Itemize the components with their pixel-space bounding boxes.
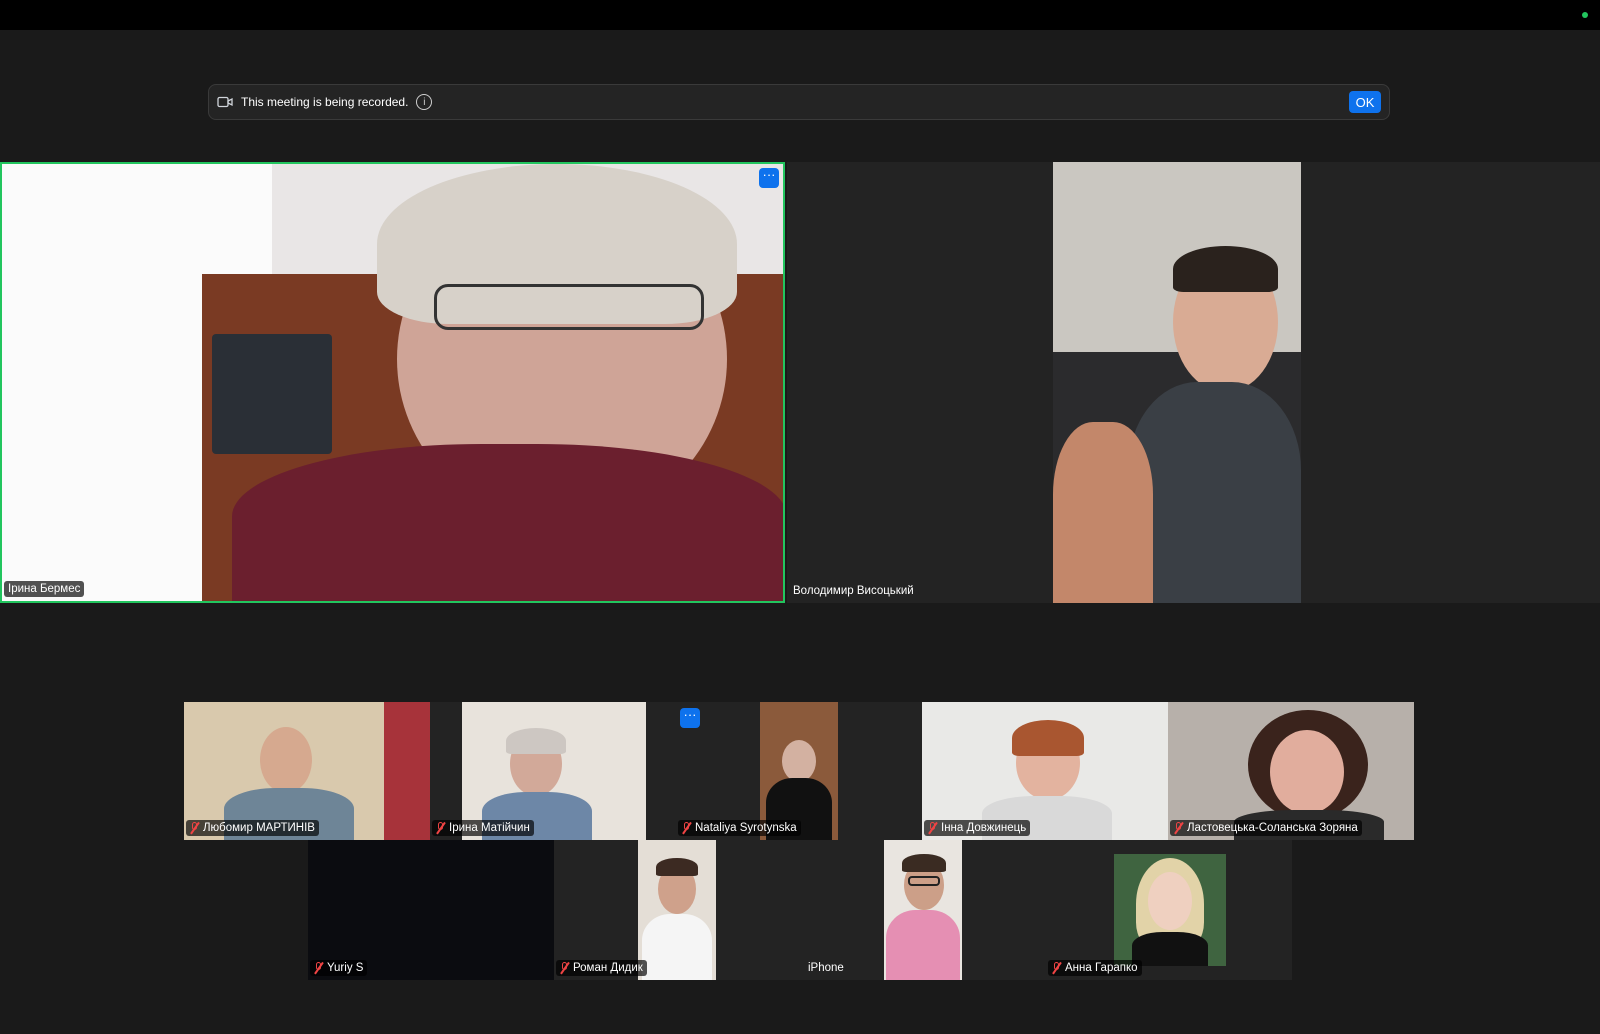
ok-button[interactable]: OK xyxy=(1349,91,1381,113)
video-frame xyxy=(1114,854,1226,966)
muted-mic-icon xyxy=(682,822,691,834)
person-hair xyxy=(506,728,566,754)
video-tile-featured[interactable]: ··· Ірина Бермес xyxy=(0,162,785,603)
participant-name: Ірина Бермес xyxy=(4,581,85,597)
participant-name: Любомир МАРТИНІВ xyxy=(186,820,319,836)
video-tile[interactable]: Ірина Матійчин xyxy=(430,702,676,840)
video-tile[interactable]: Роман Дидик xyxy=(554,840,800,980)
recording-notice-text: This meeting is being recorded. xyxy=(241,95,409,109)
person-glasses xyxy=(908,876,940,886)
participant-name: Анна Гарапко xyxy=(1048,960,1142,976)
participant-name: Роман Дидик xyxy=(556,960,647,976)
participant-name: Ірина Матійчин xyxy=(432,820,534,836)
video-frame xyxy=(638,840,716,980)
info-icon[interactable]: i xyxy=(416,94,433,110)
person-head xyxy=(260,727,312,793)
video-frame xyxy=(884,840,962,980)
video-tile[interactable]: Інна Довжинець xyxy=(922,702,1168,840)
person-glasses xyxy=(434,284,704,330)
muted-mic-icon xyxy=(436,822,445,834)
person-head xyxy=(782,740,816,782)
video-tile[interactable]: iPhone xyxy=(800,840,1046,980)
top-bar xyxy=(0,0,1600,30)
muted-mic-icon xyxy=(560,962,569,974)
video-frame xyxy=(1053,162,1301,603)
muted-mic-icon xyxy=(190,822,199,834)
muted-mic-icon xyxy=(314,962,323,974)
participant-name: Yuriy S xyxy=(310,960,368,976)
person-hair xyxy=(902,854,946,872)
video-tile-featured[interactable]: Володимир Висоцький xyxy=(787,162,1600,603)
participant-name: iPhone xyxy=(808,962,844,974)
recording-notice: This meeting is being recorded. i OK xyxy=(208,84,1390,120)
person-body xyxy=(1132,932,1208,966)
muted-mic-icon xyxy=(1052,962,1061,974)
participant-name: Ластовецька-Соланська Зоряна xyxy=(1170,820,1362,836)
status-dot-icon xyxy=(1582,12,1588,18)
background-red xyxy=(384,702,430,840)
person-vest xyxy=(1128,382,1301,603)
person-hair xyxy=(1012,720,1084,756)
muted-mic-icon xyxy=(928,822,937,834)
video-tile[interactable]: Ластовецька-Соланська Зоряна xyxy=(1168,702,1414,840)
person-sweater xyxy=(232,444,783,601)
person-body xyxy=(886,910,960,980)
person-body xyxy=(642,914,712,980)
video-tile[interactable]: Анна Гарапко xyxy=(1046,840,1292,980)
video-tile[interactable]: ··· Nataliya Syrotynska xyxy=(676,702,922,840)
person-head xyxy=(1270,730,1344,814)
video-tile[interactable]: Любомир МАРТИНІВ xyxy=(184,702,430,840)
participant-name: Інна Довжинець xyxy=(924,820,1031,836)
person-arm xyxy=(1053,422,1153,603)
more-options-icon[interactable]: ··· xyxy=(680,708,700,728)
participant-name: Володимир Висоцький xyxy=(793,585,914,597)
video-tile[interactable]: Yuriy S xyxy=(308,840,554,980)
person-head xyxy=(1148,872,1192,930)
recording-camera-icon xyxy=(217,96,233,108)
person-hair xyxy=(1173,246,1278,292)
binders xyxy=(212,334,332,454)
muted-mic-icon xyxy=(1174,822,1183,834)
person-hair xyxy=(656,858,698,876)
participant-name: Nataliya Syrotynska xyxy=(678,820,801,836)
more-options-icon[interactable]: ··· xyxy=(759,168,779,188)
